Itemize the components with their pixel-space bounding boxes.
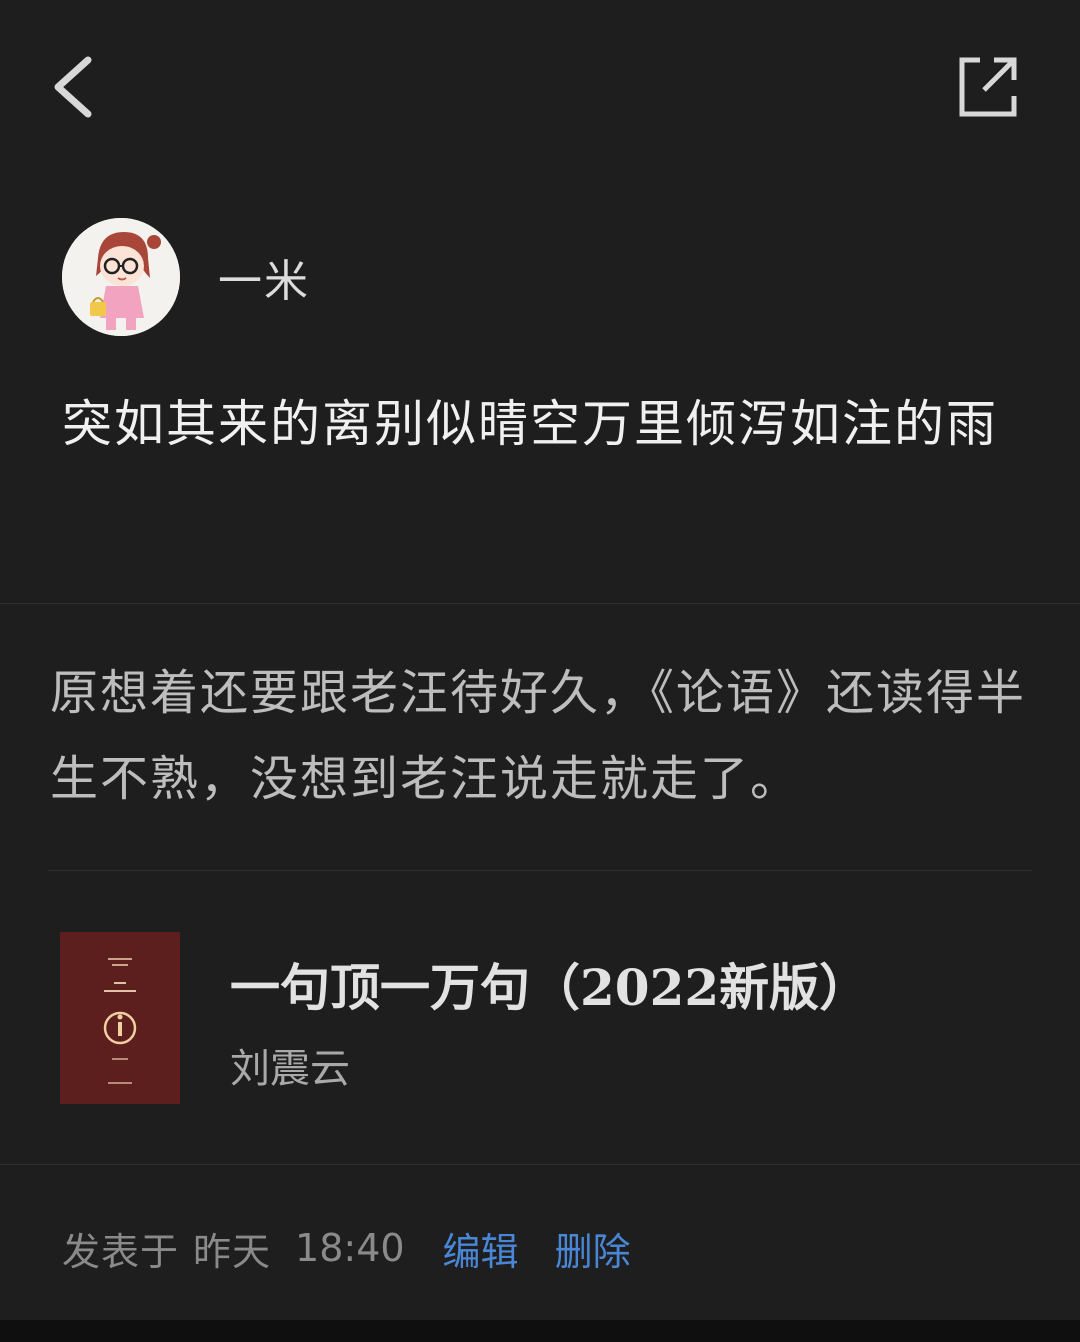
chevron-left-icon[interactable] bbox=[40, 50, 110, 124]
post-title: 突如其来的离别似晴空万里倾泻如注的雨 bbox=[62, 395, 998, 453]
author-name[interactable]: 一米 bbox=[218, 245, 310, 309]
posted-time: 18:40 bbox=[295, 1226, 405, 1270]
share-icon[interactable] bbox=[950, 52, 1024, 122]
top-nav-bar bbox=[0, 0, 1080, 180]
divider bbox=[48, 870, 1032, 871]
book-title[interactable]: 一句顶一万句（2022新版） bbox=[230, 948, 869, 1020]
author-row[interactable]: 一米 bbox=[62, 218, 310, 336]
bottom-bar bbox=[0, 1320, 1080, 1342]
cartoon-girl-avatar-icon bbox=[62, 218, 180, 336]
edit-button[interactable]: 编辑 bbox=[443, 1221, 519, 1276]
divider bbox=[0, 1164, 1080, 1165]
book-card[interactable]: 一句顶一万句（2022新版） 刘震云 bbox=[60, 932, 1020, 1104]
avatar[interactable] bbox=[62, 218, 180, 336]
post-meta: 发表于 昨天 18:40 编辑 删除 bbox=[62, 1220, 631, 1276]
post-excerpt: 原想着还要跟老汪待好久，《论语》还读得半生不熟，没想到老汪说走就走了。 bbox=[50, 665, 1027, 807]
delete-button[interactable]: 删除 bbox=[555, 1221, 631, 1276]
posted-day: 昨天 bbox=[193, 1229, 272, 1274]
divider bbox=[0, 603, 1080, 604]
book-author: 刘震云 bbox=[230, 1046, 350, 1092]
posted-label: 发表于 bbox=[62, 1229, 180, 1274]
book-cover[interactable] bbox=[60, 932, 180, 1104]
book-cover-art-icon bbox=[60, 932, 180, 1104]
